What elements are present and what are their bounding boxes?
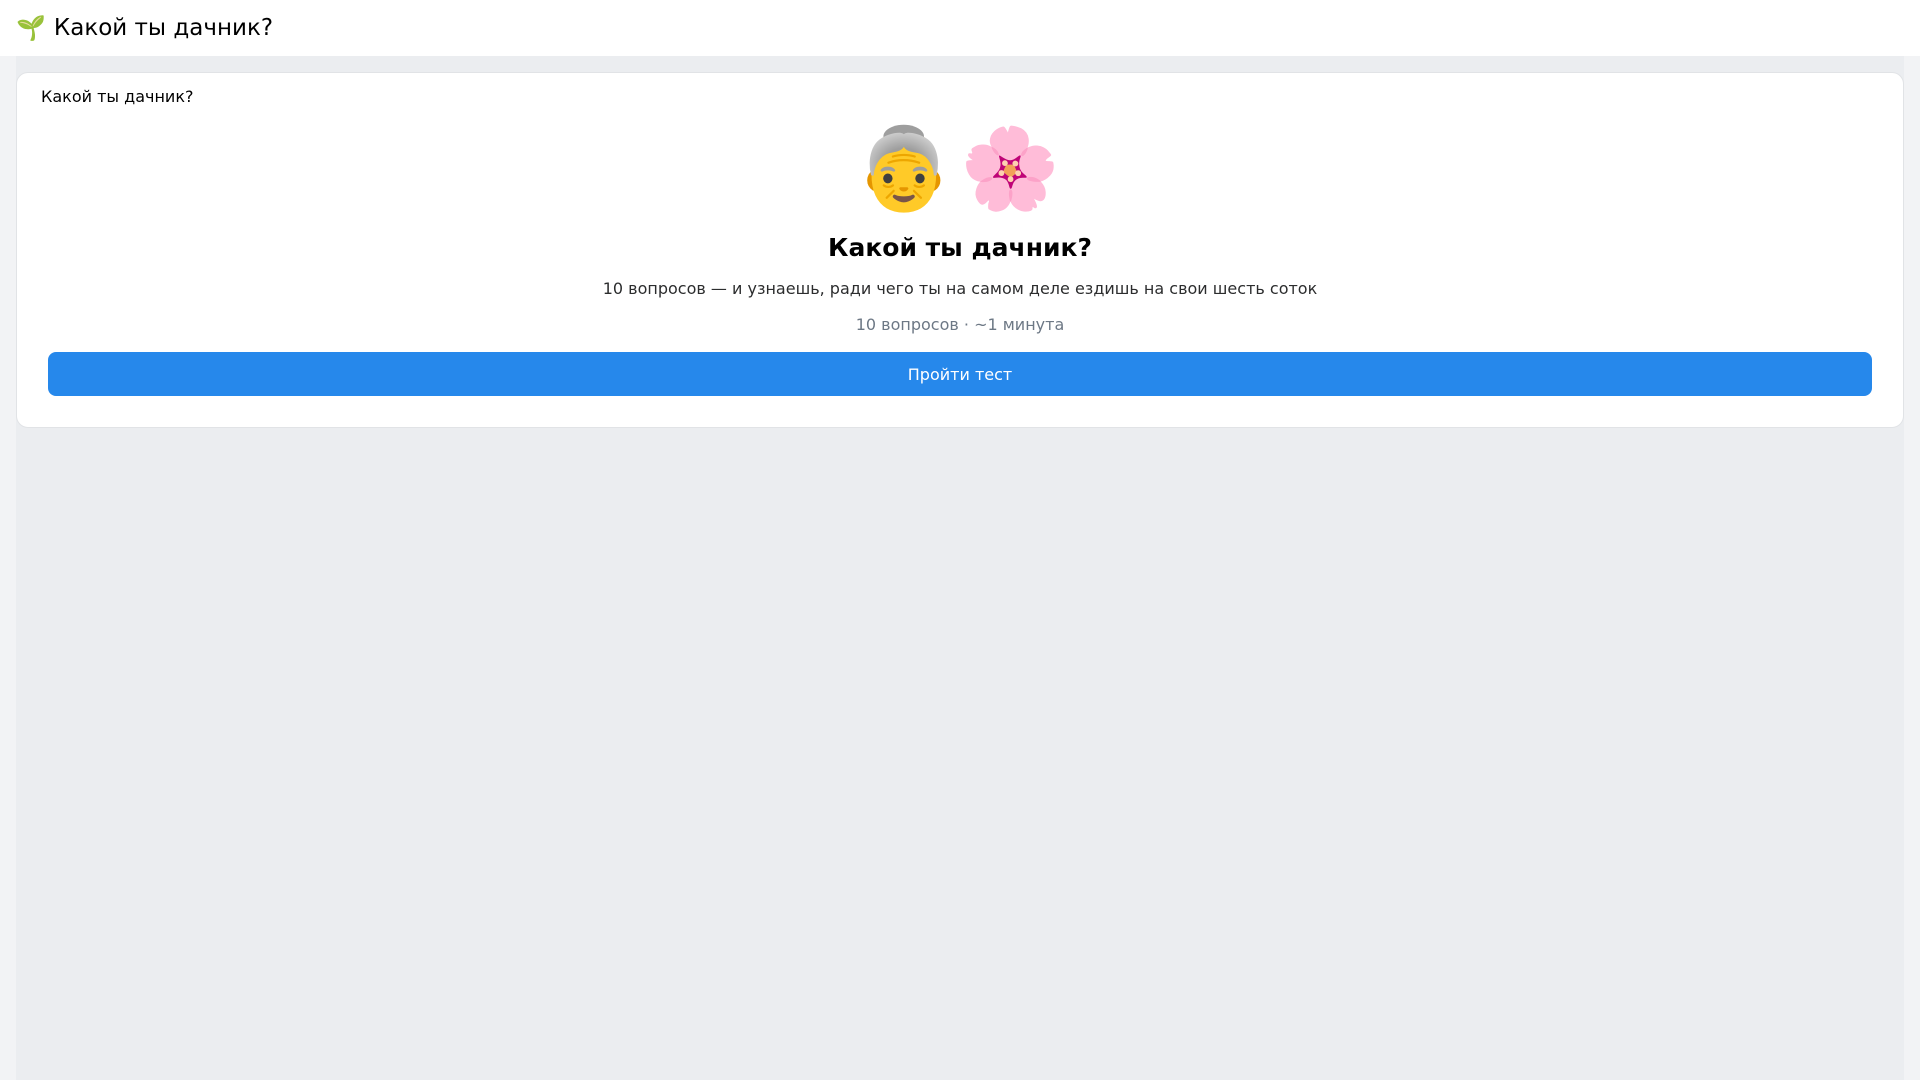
quiz-description: 10 вопросов — и узнаешь, ради чего ты на… (602, 279, 1318, 298)
hero-emoji-icon: 👵🌸 (854, 122, 1066, 215)
quiz-card: Какой ты дачник? 👵🌸 Какой ты дачник? 10 … (16, 72, 1904, 428)
quiz-title: Какой ты дачник? (828, 233, 1092, 262)
top-bar: 🌱 Какой ты дачник? (0, 0, 1920, 56)
seedling-icon: 🌱 (16, 14, 46, 42)
card-header-title: Какой ты дачник? (41, 87, 194, 106)
start-quiz-button[interactable]: Пройти тест (48, 352, 1872, 396)
quiz-meta: 10 вопросов · ~1 минута (855, 315, 1065, 334)
app-title: Какой ты дачник? (53, 15, 274, 41)
